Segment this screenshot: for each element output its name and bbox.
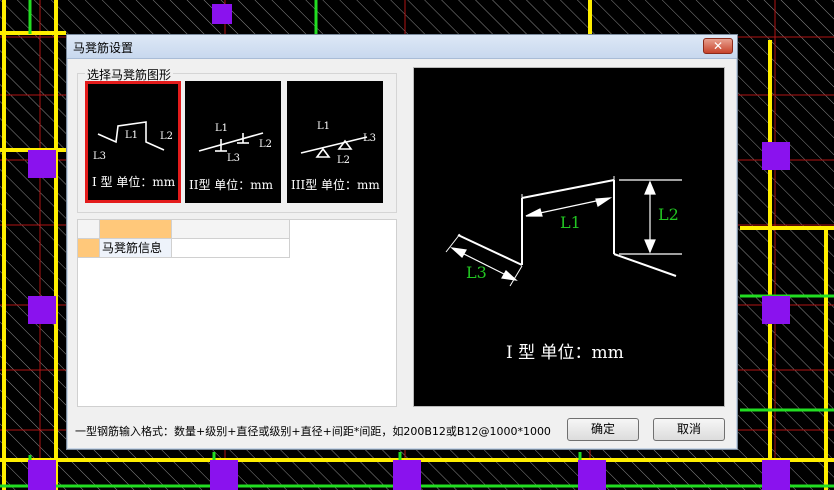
type-3-label-l1: L1 bbox=[317, 121, 330, 132]
close-button[interactable]: ✕ bbox=[703, 38, 733, 54]
type-2-caption: II型 单位：mm bbox=[189, 178, 274, 192]
grid-row-name[interactable]: 马凳筋信息 bbox=[100, 239, 172, 258]
shape-option-type-2[interactable]: L1 L2 L3 II型 单位：mm bbox=[185, 81, 281, 203]
type-2-label-l1: L1 bbox=[215, 123, 228, 134]
mdj-settings-dialog: 马凳筋设置 ✕ 选择马凳筋图形 L1 L2 L3 I 型 单位：mm L1 L2… bbox=[66, 34, 738, 450]
type-1-label-l1: L1 bbox=[125, 130, 138, 141]
type-1-caption: I 型 单位：mm bbox=[92, 175, 176, 189]
shape-preview-panel: L1 L2 L3 I 型 单位：mm bbox=[413, 67, 725, 407]
type-3-caption: III型 单位：mm bbox=[291, 178, 380, 192]
input-format-hint: 一型钢筋输入格式：数量+级别+直径或级别+直径+间距*间距，如200B12或B1… bbox=[75, 425, 551, 438]
close-icon: ✕ bbox=[712, 39, 724, 53]
dialog-title: 马凳筋设置 bbox=[73, 41, 134, 55]
type-1-label-l3: L3 bbox=[93, 151, 106, 162]
grid-header-name bbox=[100, 220, 172, 239]
ok-button[interactable]: 确定 bbox=[567, 418, 639, 441]
type-1-label-l2: L2 bbox=[160, 131, 173, 142]
preview-caption: I 型 单位：mm bbox=[506, 343, 624, 363]
type-3-label-l2: L2 bbox=[337, 155, 350, 166]
preview-label-l2: L2 bbox=[658, 205, 679, 224]
grid-corner-cell bbox=[78, 220, 100, 239]
title-bar[interactable]: 马凳筋设置 ✕ bbox=[67, 35, 737, 59]
type-2-label-l3: L3 bbox=[227, 153, 240, 164]
property-grid: 马凳筋信息 bbox=[77, 219, 397, 407]
preview-label-l3: L3 bbox=[466, 263, 487, 282]
type-3-label-l3: L3 bbox=[363, 133, 376, 144]
grid-row-value[interactable] bbox=[172, 239, 290, 258]
type-1-preview-icon: L1 L2 L3 I 型 单位：mm bbox=[445, 176, 682, 363]
shape-option-type-1[interactable]: L1 L2 L3 I 型 单位：mm bbox=[85, 81, 181, 203]
cancel-button[interactable]: 取消 bbox=[653, 418, 725, 441]
grid-header-value bbox=[172, 220, 290, 239]
type-2-label-l2: L2 bbox=[259, 139, 272, 150]
preview-label-l1: L1 bbox=[560, 213, 581, 232]
grid-row-indicator[interactable] bbox=[78, 239, 100, 258]
shape-option-type-3[interactable]: L1 L3 L2 III型 单位：mm bbox=[287, 81, 383, 203]
